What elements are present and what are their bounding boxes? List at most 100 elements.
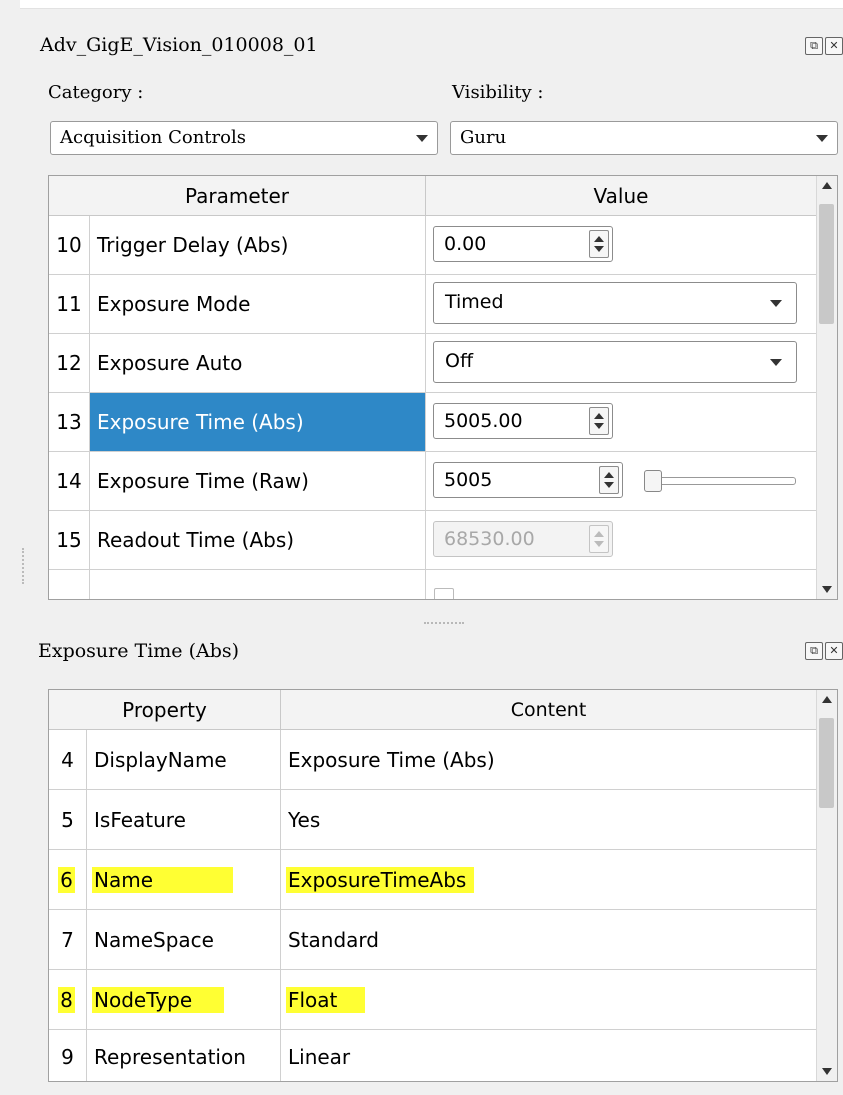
- parameter-name: Readout Time (Abs): [90, 511, 426, 569]
- value-spinbox[interactable]: 5005: [433, 462, 623, 498]
- column-header-property[interactable]: Property: [49, 690, 281, 730]
- visibility-select[interactable]: Guru: [450, 121, 838, 155]
- table-row[interactable]: 14 Exposure Time (Raw) 5005: [49, 452, 816, 511]
- row-number: [49, 570, 90, 599]
- highlight-mark: NodeType: [92, 986, 225, 1013]
- table-row[interactable]: 7 NameSpace Standard: [49, 910, 816, 970]
- category-select[interactable]: Acquisition Controls: [50, 121, 438, 155]
- value-spinbox-disabled: 68530.00: [433, 521, 613, 557]
- value-cell: Off: [426, 334, 816, 392]
- spin-buttons[interactable]: [589, 230, 609, 258]
- scroll-down-icon[interactable]: [822, 1068, 832, 1075]
- spin-up-icon[interactable]: [594, 413, 604, 419]
- parameter-grid: Parameter Value 10 Trigger Delay (Abs) 0…: [48, 175, 838, 600]
- table-row[interactable]: 11 Exposure Mode Timed: [49, 275, 816, 334]
- property-grid: Property Content 4 DisplayName Exposure …: [48, 689, 838, 1082]
- table-row[interactable]: 5 IsFeature Yes: [49, 790, 816, 850]
- float-icon[interactable]: ⧉: [805, 37, 823, 55]
- table-row-highlighted[interactable]: 8 NodeType Float: [49, 970, 816, 1030]
- row-number: 4: [49, 730, 87, 789]
- value-text: 68530.00: [444, 528, 535, 550]
- scroll-down-icon[interactable]: [822, 586, 832, 593]
- row-number: 8: [49, 970, 87, 1029]
- category-label: Category :: [48, 82, 144, 103]
- spin-up-icon[interactable]: [604, 472, 614, 478]
- column-header-content[interactable]: Content: [281, 690, 816, 730]
- property-name: DisplayName: [87, 730, 281, 789]
- splitter-handle[interactable]: [424, 622, 464, 628]
- property-name: NameSpace: [87, 910, 281, 969]
- table-row[interactable]: 12 Exposure Auto Off: [49, 334, 816, 393]
- spin-down-icon[interactable]: [594, 246, 604, 252]
- spin-buttons[interactable]: [589, 407, 609, 435]
- spin-up-icon: [594, 531, 604, 537]
- spin-up-icon[interactable]: [594, 236, 604, 242]
- value-cell: 5005: [426, 452, 816, 510]
- row-number: 7: [49, 910, 87, 969]
- row-number: 5: [49, 790, 87, 849]
- table-row[interactable]: 9 Representation Linear: [49, 1030, 816, 1081]
- property-content: Yes: [288, 807, 321, 832]
- value-text: Timed: [445, 291, 504, 313]
- value-spinbox[interactable]: 0.00: [433, 226, 613, 262]
- spin-buttons: [589, 525, 609, 553]
- parameter-name: Exposure Time (Raw): [90, 452, 426, 510]
- value-slider[interactable]: [644, 470, 796, 492]
- value-text: 5005.00: [444, 410, 523, 432]
- property-content: Float: [281, 970, 816, 1029]
- close-icon[interactable]: ✕: [825, 642, 843, 660]
- value-cell: Timed: [426, 275, 816, 333]
- vertical-scrollbar[interactable]: [816, 176, 837, 599]
- property-content: Exposure Time (Abs): [288, 747, 495, 772]
- value-cell: [426, 570, 816, 599]
- column-header-value[interactable]: Value: [426, 176, 816, 216]
- float-icon[interactable]: ⧉: [805, 642, 823, 660]
- value-dropdown[interactable]: Timed: [433, 282, 797, 324]
- table-row[interactable]: 15 Readout Time (Abs) 68530.00: [49, 511, 816, 570]
- value-cell: 0.00: [426, 216, 816, 274]
- slider-handle[interactable]: [644, 470, 662, 492]
- chevron-down-icon: [816, 135, 828, 142]
- parameter-name: [90, 570, 426, 599]
- checkbox[interactable]: [434, 588, 454, 599]
- chevron-down-icon: [416, 135, 428, 142]
- value-cell: 5005.00: [426, 393, 816, 451]
- scroll-thumb[interactable]: [819, 718, 834, 808]
- visibility-value: Guru: [460, 127, 507, 148]
- table-row-partial[interactable]: [49, 570, 816, 599]
- spin-buttons[interactable]: [599, 466, 619, 494]
- table-row[interactable]: 4 DisplayName Exposure Time (Abs): [49, 730, 816, 790]
- close-icon[interactable]: ✕: [825, 37, 843, 55]
- panel-title-buttons: ⧉ ✕: [805, 37, 843, 55]
- property-content: Standard: [288, 927, 379, 952]
- column-header-parameter[interactable]: Parameter: [49, 176, 426, 216]
- property-name: NodeType: [87, 970, 281, 1029]
- visibility-label: Visibility :: [452, 82, 544, 103]
- spin-down-icon[interactable]: [604, 482, 614, 488]
- parameter-name: Exposure Mode: [90, 275, 426, 333]
- table-row-highlighted[interactable]: 6 Name ExposureTimeAbs: [49, 850, 816, 910]
- row-number: 15: [49, 511, 90, 569]
- vertical-scrollbar[interactable]: [816, 690, 837, 1081]
- table-row-selected[interactable]: 13 Exposure Time (Abs) 5005.00: [49, 393, 816, 452]
- property-name: Name: [87, 850, 281, 909]
- spin-down-icon: [594, 541, 604, 547]
- chevron-down-icon: [770, 300, 782, 307]
- value-text: 0.00: [444, 233, 487, 255]
- value-cell: 68530.00: [426, 511, 816, 569]
- value-text: Off: [445, 350, 474, 372]
- resize-grip[interactable]: [22, 548, 27, 584]
- table-row[interactable]: 10 Trigger Delay (Abs) 0.00: [49, 216, 816, 275]
- scroll-up-icon[interactable]: [822, 182, 832, 189]
- value-spinbox[interactable]: 5005.00: [433, 403, 613, 439]
- highlight-mark: 8: [58, 986, 75, 1013]
- highlight-mark: Name: [92, 866, 234, 893]
- spin-down-icon[interactable]: [594, 423, 604, 429]
- value-dropdown[interactable]: Off: [433, 341, 797, 383]
- parameter-name: Exposure Time (Abs): [90, 393, 426, 451]
- row-number: 12: [49, 334, 90, 392]
- property-content: Linear: [288, 1044, 351, 1069]
- parameter-name: Trigger Delay (Abs): [90, 216, 426, 274]
- scroll-up-icon[interactable]: [822, 696, 832, 703]
- scroll-thumb[interactable]: [819, 204, 834, 324]
